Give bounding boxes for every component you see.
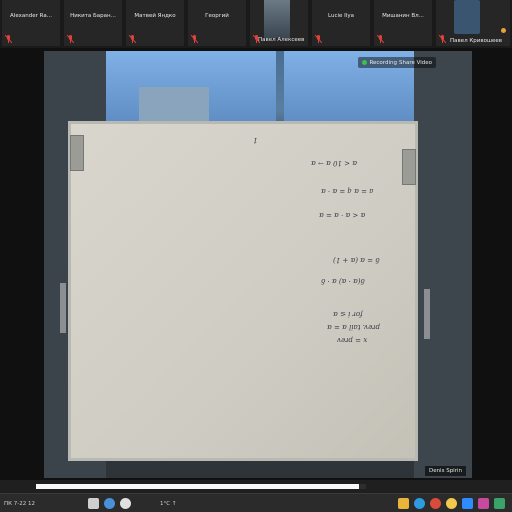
video-stage: 1 α < 10 α → α a = α q = α · α α < α · α… — [0, 48, 512, 480]
weather-widget[interactable]: 1°C ↑ — [160, 497, 176, 510]
speaker-video[interactable]: 1 α < 10 α → α a = α q = α · α α < α · α… — [44, 51, 472, 478]
mic-muted-icon — [129, 35, 136, 43]
participant-avatar — [264, 0, 290, 38]
board-holder — [402, 149, 416, 185]
participant-name: Alexander Ra... — [10, 13, 52, 19]
participant-name: Никита Баран... — [70, 13, 116, 19]
start-icon[interactable] — [88, 498, 99, 509]
status-badge — [501, 28, 506, 33]
participant-tile[interactable]: Матвей Яндко — [126, 0, 184, 46]
participant-name: Павел Алексеев — [258, 37, 305, 43]
board-line: x = prev — [337, 336, 368, 344]
mic-muted-icon — [439, 35, 446, 43]
participant-name: Матвей Яндко — [134, 13, 176, 19]
board-line: δ = α (α + 1) — [333, 256, 380, 264]
mic-muted-icon — [191, 35, 198, 43]
participant-tile[interactable]: Павел Кривошеев — [436, 0, 510, 46]
participant-avatar — [454, 0, 480, 34]
taskbar: ПК 7-22 12 1°C ↑ — [0, 493, 512, 512]
participant-tile[interactable]: Мишанин Вл... — [374, 0, 432, 46]
mic-muted-icon — [377, 35, 384, 43]
screen-label: Share Video — [398, 59, 432, 66]
participant-name: Мишанин Вл... — [382, 13, 424, 19]
board-bracket — [424, 289, 430, 339]
wall — [414, 51, 472, 478]
chrome-icon[interactable] — [430, 498, 441, 509]
board-line: 1 — [253, 136, 258, 144]
recording-label: Recording — [369, 59, 397, 66]
board-line: α < α · α = α — [319, 211, 366, 219]
mic-muted-icon — [315, 35, 322, 43]
browser-icon[interactable] — [120, 498, 131, 509]
app-icon[interactable] — [478, 498, 489, 509]
board-line: for i ≤ α — [333, 310, 363, 318]
participant-tile[interactable]: Никита Баран... — [64, 0, 122, 46]
search-icon[interactable] — [104, 498, 115, 509]
recording-indicator: Recording Share Video — [358, 57, 436, 68]
board-bracket — [60, 283, 66, 333]
whiteboard: 1 α < 10 α → α a = α q = α · α α < α · α… — [68, 121, 418, 461]
board-line: δ(α · α) α · δ — [321, 277, 365, 285]
participant-strip: Alexander Ra... Никита Баран... Матвей Я… — [0, 0, 512, 48]
yandex-icon[interactable] — [446, 498, 457, 509]
meeting-progress[interactable] — [36, 484, 366, 489]
board-line: α < 10 α → α — [311, 159, 357, 167]
board-line: a = α q = α · α — [321, 187, 374, 195]
participant-name: Lucie Ilya — [328, 13, 354, 19]
telegram-icon[interactable] — [414, 498, 425, 509]
participant-tile[interactable]: Павел Алексеев — [250, 0, 308, 46]
mic-muted-icon — [67, 35, 74, 43]
progress-fill — [36, 484, 360, 489]
mic-muted-icon — [253, 35, 260, 43]
board-line: prev. tail α = α — [327, 323, 381, 331]
speaker-name-tag: Denis Spirin — [424, 466, 466, 476]
explorer-icon[interactable] — [398, 498, 409, 509]
participant-tile[interactable]: Георгий — [188, 0, 246, 46]
participant-name: Георгий — [205, 13, 229, 19]
mic-muted-icon — [5, 35, 12, 43]
board-holder — [70, 135, 84, 171]
zoom-icon[interactable] — [462, 498, 473, 509]
recording-dot — [362, 60, 368, 65]
participant-tile[interactable]: Lucie Ilya — [312, 0, 370, 46]
participant-name: Павел Кривошеев — [450, 38, 503, 44]
participant-tile[interactable]: Alexander Ra... — [2, 0, 60, 46]
app-icon[interactable] — [494, 498, 505, 509]
taskbar-left-text[interactable]: ПК 7-22 12 — [4, 497, 35, 510]
meeting-bar — [0, 480, 512, 493]
